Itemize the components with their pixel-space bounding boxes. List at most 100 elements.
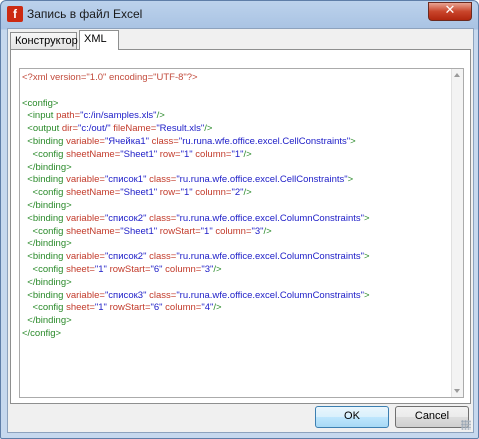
xml-token: />: [213, 263, 222, 275]
xml-line: <config sheetName="Sheet1" rowStart="1" …: [22, 226, 370, 239]
xml-token: variable=: [66, 135, 105, 147]
xml-token: row=: [157, 187, 181, 199]
xml-token: variable=: [66, 289, 105, 301]
xml-token: <binding: [22, 251, 67, 263]
xml-token: "список1": [104, 174, 147, 186]
xml-token: "1": [94, 263, 107, 275]
xml-token: <config: [22, 302, 67, 314]
xml-token: rowStart=: [106, 302, 151, 314]
xml-token: class=: [146, 289, 177, 301]
xml-token: "ru.runa.wfe.office.excel.ColumnConstrai…: [176, 289, 364, 301]
xml-token: variable=: [66, 174, 105, 186]
xml-token: <binding: [22, 174, 67, 186]
xml-token: <config: [22, 263, 67, 275]
xml-token: <binding: [22, 135, 67, 147]
xml-token: >: [350, 135, 356, 147]
xml-token: fileName=: [110, 123, 157, 135]
xml-token: class=: [149, 135, 179, 147]
xml-token: </binding>: [22, 238, 72, 250]
xml-line: </binding>: [22, 277, 370, 290]
xml-token: column=: [192, 148, 232, 160]
xml-line: <config sheet="1" rowStart="6" column="3…: [22, 264, 370, 277]
xml-token: sheet=: [66, 263, 95, 275]
xml-token: variable=: [66, 251, 105, 263]
xml-token: "Ячейка1": [104, 135, 150, 147]
xml-line: <input path="c:/in/samples.xls"/>: [22, 110, 370, 123]
close-button[interactable]: ✕: [428, 2, 472, 21]
xml-line: <output dir="c:/out/" fileName="Result.x…: [22, 123, 370, 136]
xml-code: <?xml version="1.0" encoding="UTF-8"?> <…: [22, 72, 370, 341]
xml-token: "1": [94, 302, 107, 314]
xml-token: "c:/in/samples.xls": [80, 110, 157, 122]
xml-token: "список2": [104, 212, 147, 224]
xml-token: "c:/out/": [78, 123, 111, 135]
xml-line: </binding>: [22, 315, 370, 328]
xml-token: "список3": [104, 289, 147, 301]
xml-token: </binding>: [22, 315, 72, 327]
xml-token: </binding>: [22, 199, 72, 211]
tab-xml[interactable]: XML: [79, 30, 119, 50]
dialog-client-area: Конструктор XML <?xml version="1.0" enco…: [7, 28, 474, 433]
xml-token: rowStart=: [157, 225, 201, 237]
xml-line: <binding variable="список2" class="ru.ru…: [22, 212, 370, 226]
xml-token: "1": [180, 148, 193, 160]
xml-token: "1": [200, 225, 213, 237]
xml-line: </binding>: [22, 200, 370, 213]
xml-token: class=: [146, 212, 177, 224]
xml-token: <input: [22, 110, 57, 122]
xml-token: "ru.runa.wfe.office.excel.CellConstraint…: [176, 174, 348, 186]
xml-token: "Result.xls": [156, 123, 205, 135]
xml-line: </config>: [22, 328, 370, 341]
xml-token: "6": [150, 263, 163, 275]
xml-token: </binding>: [22, 161, 72, 173]
xml-token: "ru.runa.wfe.office.excel.ColumnConstrai…: [176, 212, 364, 224]
xml-token: sheetName=: [66, 148, 121, 160]
xml-token: row=: [157, 148, 181, 160]
xml-line: <config sheetName="Sheet1" row="1" colum…: [22, 187, 370, 200]
xml-token: <?xml version="1.0" encoding="UTF-8"?>: [22, 72, 198, 83]
xml-token: "Sheet1": [120, 148, 158, 160]
xml-token: column=: [212, 225, 252, 237]
xml-token: variable=: [66, 212, 105, 224]
dialog-window: f Запись в файл Excel ✕ Конструктор XML …: [0, 0, 479, 439]
xml-token: <config: [22, 187, 67, 199]
xml-line: <binding variable="список3" class="ru.ru…: [22, 289, 369, 303]
xml-token: sheetName=: [66, 187, 121, 199]
xml-token: <config: [22, 225, 67, 237]
title-bar[interactable]: f Запись в файл Excel ✕: [1, 1, 478, 27]
cancel-button[interactable]: Cancel: [395, 406, 469, 428]
xml-token: path=: [56, 110, 81, 122]
scroll-down-icon[interactable]: [454, 389, 460, 393]
xml-token: column=: [162, 263, 202, 275]
xml-token: "3": [201, 263, 214, 275]
xml-token: "Sheet1": [120, 225, 158, 237]
xml-token: />: [243, 187, 252, 199]
tab-konstruktor[interactable]: Конструктор: [10, 32, 78, 49]
resize-grip-icon[interactable]: [461, 420, 471, 430]
xml-token: column=: [162, 302, 202, 314]
xml-token: <config>: [22, 97, 59, 109]
xml-token: "6": [150, 302, 163, 314]
vertical-scrollbar[interactable]: [451, 69, 463, 397]
xml-token: />: [213, 302, 222, 314]
xml-token: class=: [146, 174, 177, 186]
xml-token: rowStart=: [106, 263, 151, 275]
xml-line: </binding>: [22, 162, 370, 175]
xml-token: <config: [22, 148, 67, 160]
scroll-up-icon[interactable]: [454, 73, 460, 77]
xml-token: <binding: [22, 289, 67, 301]
xml-editor[interactable]: <?xml version="1.0" encoding="UTF-8"?> <…: [19, 68, 464, 398]
xml-token: "1": [180, 187, 193, 199]
ok-button[interactable]: OK: [315, 406, 389, 428]
xml-token: column=: [192, 187, 232, 199]
f-logo-icon: f: [7, 6, 23, 22]
xml-line: <config>: [22, 98, 370, 111]
xml-token: <binding: [22, 212, 67, 224]
xml-token: >: [364, 212, 370, 224]
xml-token: />: [263, 225, 272, 237]
xml-line: <?xml version="1.0" encoding="UTF-8"?>: [22, 72, 370, 85]
xml-line: <binding variable="список1" class="ru.ru…: [22, 174, 370, 187]
xml-token: >: [364, 251, 370, 263]
window-title: Запись в файл Excel: [27, 7, 143, 21]
xml-token: "ru.runa.wfe.office.excel.ColumnConstrai…: [176, 251, 364, 263]
